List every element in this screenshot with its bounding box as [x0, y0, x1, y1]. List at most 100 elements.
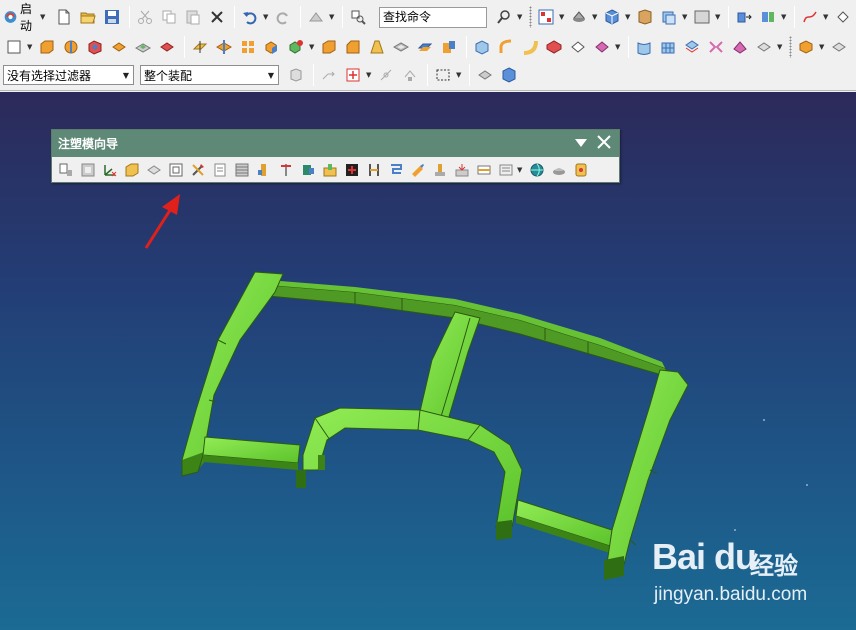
open-button[interactable]: [77, 6, 99, 28]
trim-body-button[interactable]: [438, 36, 460, 58]
runner-button[interactable]: [341, 159, 362, 181]
point-type-button[interactable]: [342, 64, 364, 86]
chamfer-button[interactable]: [342, 36, 364, 58]
chevron-down-icon[interactable]: ▼: [819, 43, 826, 51]
chevron-down-icon[interactable]: ▼: [615, 43, 622, 51]
replace-face-button[interactable]: [591, 36, 613, 58]
snap-point-button[interactable]: [318, 64, 340, 86]
chevron-down-icon[interactable]: ▼: [329, 13, 336, 21]
trim-sheet-button[interactable]: [729, 36, 751, 58]
chevron-down-icon[interactable]: ▼: [27, 43, 34, 51]
chevron-down-icon[interactable]: ▼: [456, 71, 463, 79]
parting-navigator-button[interactable]: [209, 159, 230, 181]
emboss-button[interactable]: [543, 36, 565, 58]
snap-end-button[interactable]: [375, 64, 397, 86]
slider-lifter-button[interactable]: [297, 159, 318, 181]
surface-button[interactable]: [633, 36, 655, 58]
delete-files-button[interactable]: [548, 159, 569, 181]
boss-button[interactable]: [108, 36, 130, 58]
undo-button[interactable]: [239, 6, 261, 28]
workpiece-button[interactable]: [143, 159, 164, 181]
render-style-button[interactable]: [568, 6, 590, 28]
mold-design-validation-button[interactable]: [570, 159, 591, 181]
background-button[interactable]: [634, 6, 656, 28]
chevron-down-icon[interactable]: ▼: [263, 13, 270, 21]
cavity-layout-button[interactable]: [165, 159, 186, 181]
assembly-constraint-button[interactable]: [757, 6, 779, 28]
pocket-button[interactable]: [132, 36, 154, 58]
molding-wizard-titlebar[interactable]: 注塑模向导: [52, 130, 619, 157]
chevron-down-icon[interactable]: ▼: [559, 13, 566, 21]
sub-insert-button[interactable]: [319, 159, 340, 181]
synchronous-modeling-button[interactable]: [795, 36, 817, 58]
toolbar-options-button[interactable]: [575, 137, 587, 151]
toolbar-grip[interactable]: [529, 6, 532, 28]
revolve-button[interactable]: [60, 36, 82, 58]
copy-button[interactable]: [158, 6, 180, 28]
chevron-down-icon[interactable]: ▼: [366, 71, 373, 79]
repeat-command-button[interactable]: [305, 6, 327, 28]
paste-button[interactable]: [182, 6, 204, 28]
pocket-cut-button[interactable]: [451, 159, 472, 181]
more-tools-button[interactable]: [832, 6, 854, 28]
display-mode-button[interactable]: [691, 6, 713, 28]
sweep-button[interactable]: [495, 36, 517, 58]
save-button[interactable]: [101, 6, 123, 28]
cut-button[interactable]: [134, 6, 156, 28]
close-button[interactable]: [597, 135, 611, 152]
chevron-down-icon[interactable]: ▼: [625, 13, 632, 21]
draft-button[interactable]: [366, 36, 388, 58]
bill-of-materials-button[interactable]: [473, 159, 494, 181]
delete-button[interactable]: [206, 6, 228, 28]
orient-view-button[interactable]: [601, 6, 623, 28]
start-button[interactable]: 启动 ▼: [3, 2, 51, 32]
unite-button[interactable]: [261, 36, 283, 58]
chevron-down-icon[interactable]: ▼: [781, 13, 788, 21]
search-button[interactable]: [493, 6, 515, 28]
extend-sheet-button[interactable]: [753, 36, 775, 58]
drawing-button[interactable]: [495, 159, 516, 181]
gate-button[interactable]: [363, 159, 384, 181]
command-finder-button[interactable]: [347, 6, 369, 28]
chevron-down-icon[interactable]: ▼: [592, 13, 599, 21]
new-file-button[interactable]: [53, 6, 75, 28]
chevron-down-icon[interactable]: ▼: [715, 13, 722, 21]
offset-face-button[interactable]: [414, 36, 436, 58]
family-mold-button[interactable]: [77, 159, 98, 181]
move-component-button[interactable]: [733, 6, 755, 28]
redo-button[interactable]: [272, 6, 294, 28]
datum-plane-button[interactable]: [189, 36, 211, 58]
toolbar-grip[interactable]: [789, 36, 792, 58]
pad-button[interactable]: [156, 36, 178, 58]
view-manager-button[interactable]: [526, 159, 547, 181]
sew-button[interactable]: [705, 36, 727, 58]
chevron-down-icon[interactable]: ▼: [777, 43, 784, 51]
ejector-pin-button[interactable]: [275, 159, 296, 181]
chevron-down-icon[interactable]: ▼: [682, 13, 689, 21]
mold-csys-button[interactable]: [99, 159, 120, 181]
shrinkage-button[interactable]: [121, 159, 142, 181]
more-features-button[interactable]: [828, 36, 850, 58]
snap-mid-button[interactable]: [399, 64, 421, 86]
block-button[interactable]: [471, 36, 493, 58]
command-search-input[interactable]: 查找命令: [379, 6, 487, 28]
chevron-down-icon[interactable]: ▼: [517, 13, 524, 21]
datum-axis-button[interactable]: [213, 36, 235, 58]
mesh-surface-button[interactable]: [657, 36, 679, 58]
patch-button[interactable]: [567, 36, 589, 58]
select-component-button[interactable]: [285, 64, 307, 86]
extrude-button[interactable]: [36, 36, 58, 58]
subtract-button[interactable]: [285, 36, 307, 58]
sketch-button[interactable]: [3, 36, 25, 58]
view-fit-button[interactable]: [474, 64, 496, 86]
hole-button[interactable]: [84, 36, 106, 58]
tube-button[interactable]: [519, 36, 541, 58]
trim-mold-button[interactable]: [429, 159, 450, 181]
view-layout-button[interactable]: [535, 6, 557, 28]
rectangle-select-button[interactable]: [432, 64, 454, 86]
chevron-down-icon[interactable]: ▼: [823, 13, 830, 21]
edge-blend-button[interactable]: [318, 36, 340, 58]
selection-filter-dropdown[interactable]: 没有选择过滤器 ▼: [3, 65, 134, 85]
initialize-project-button[interactable]: [55, 159, 76, 181]
chevron-down-icon[interactable]: ▼: [517, 166, 524, 174]
